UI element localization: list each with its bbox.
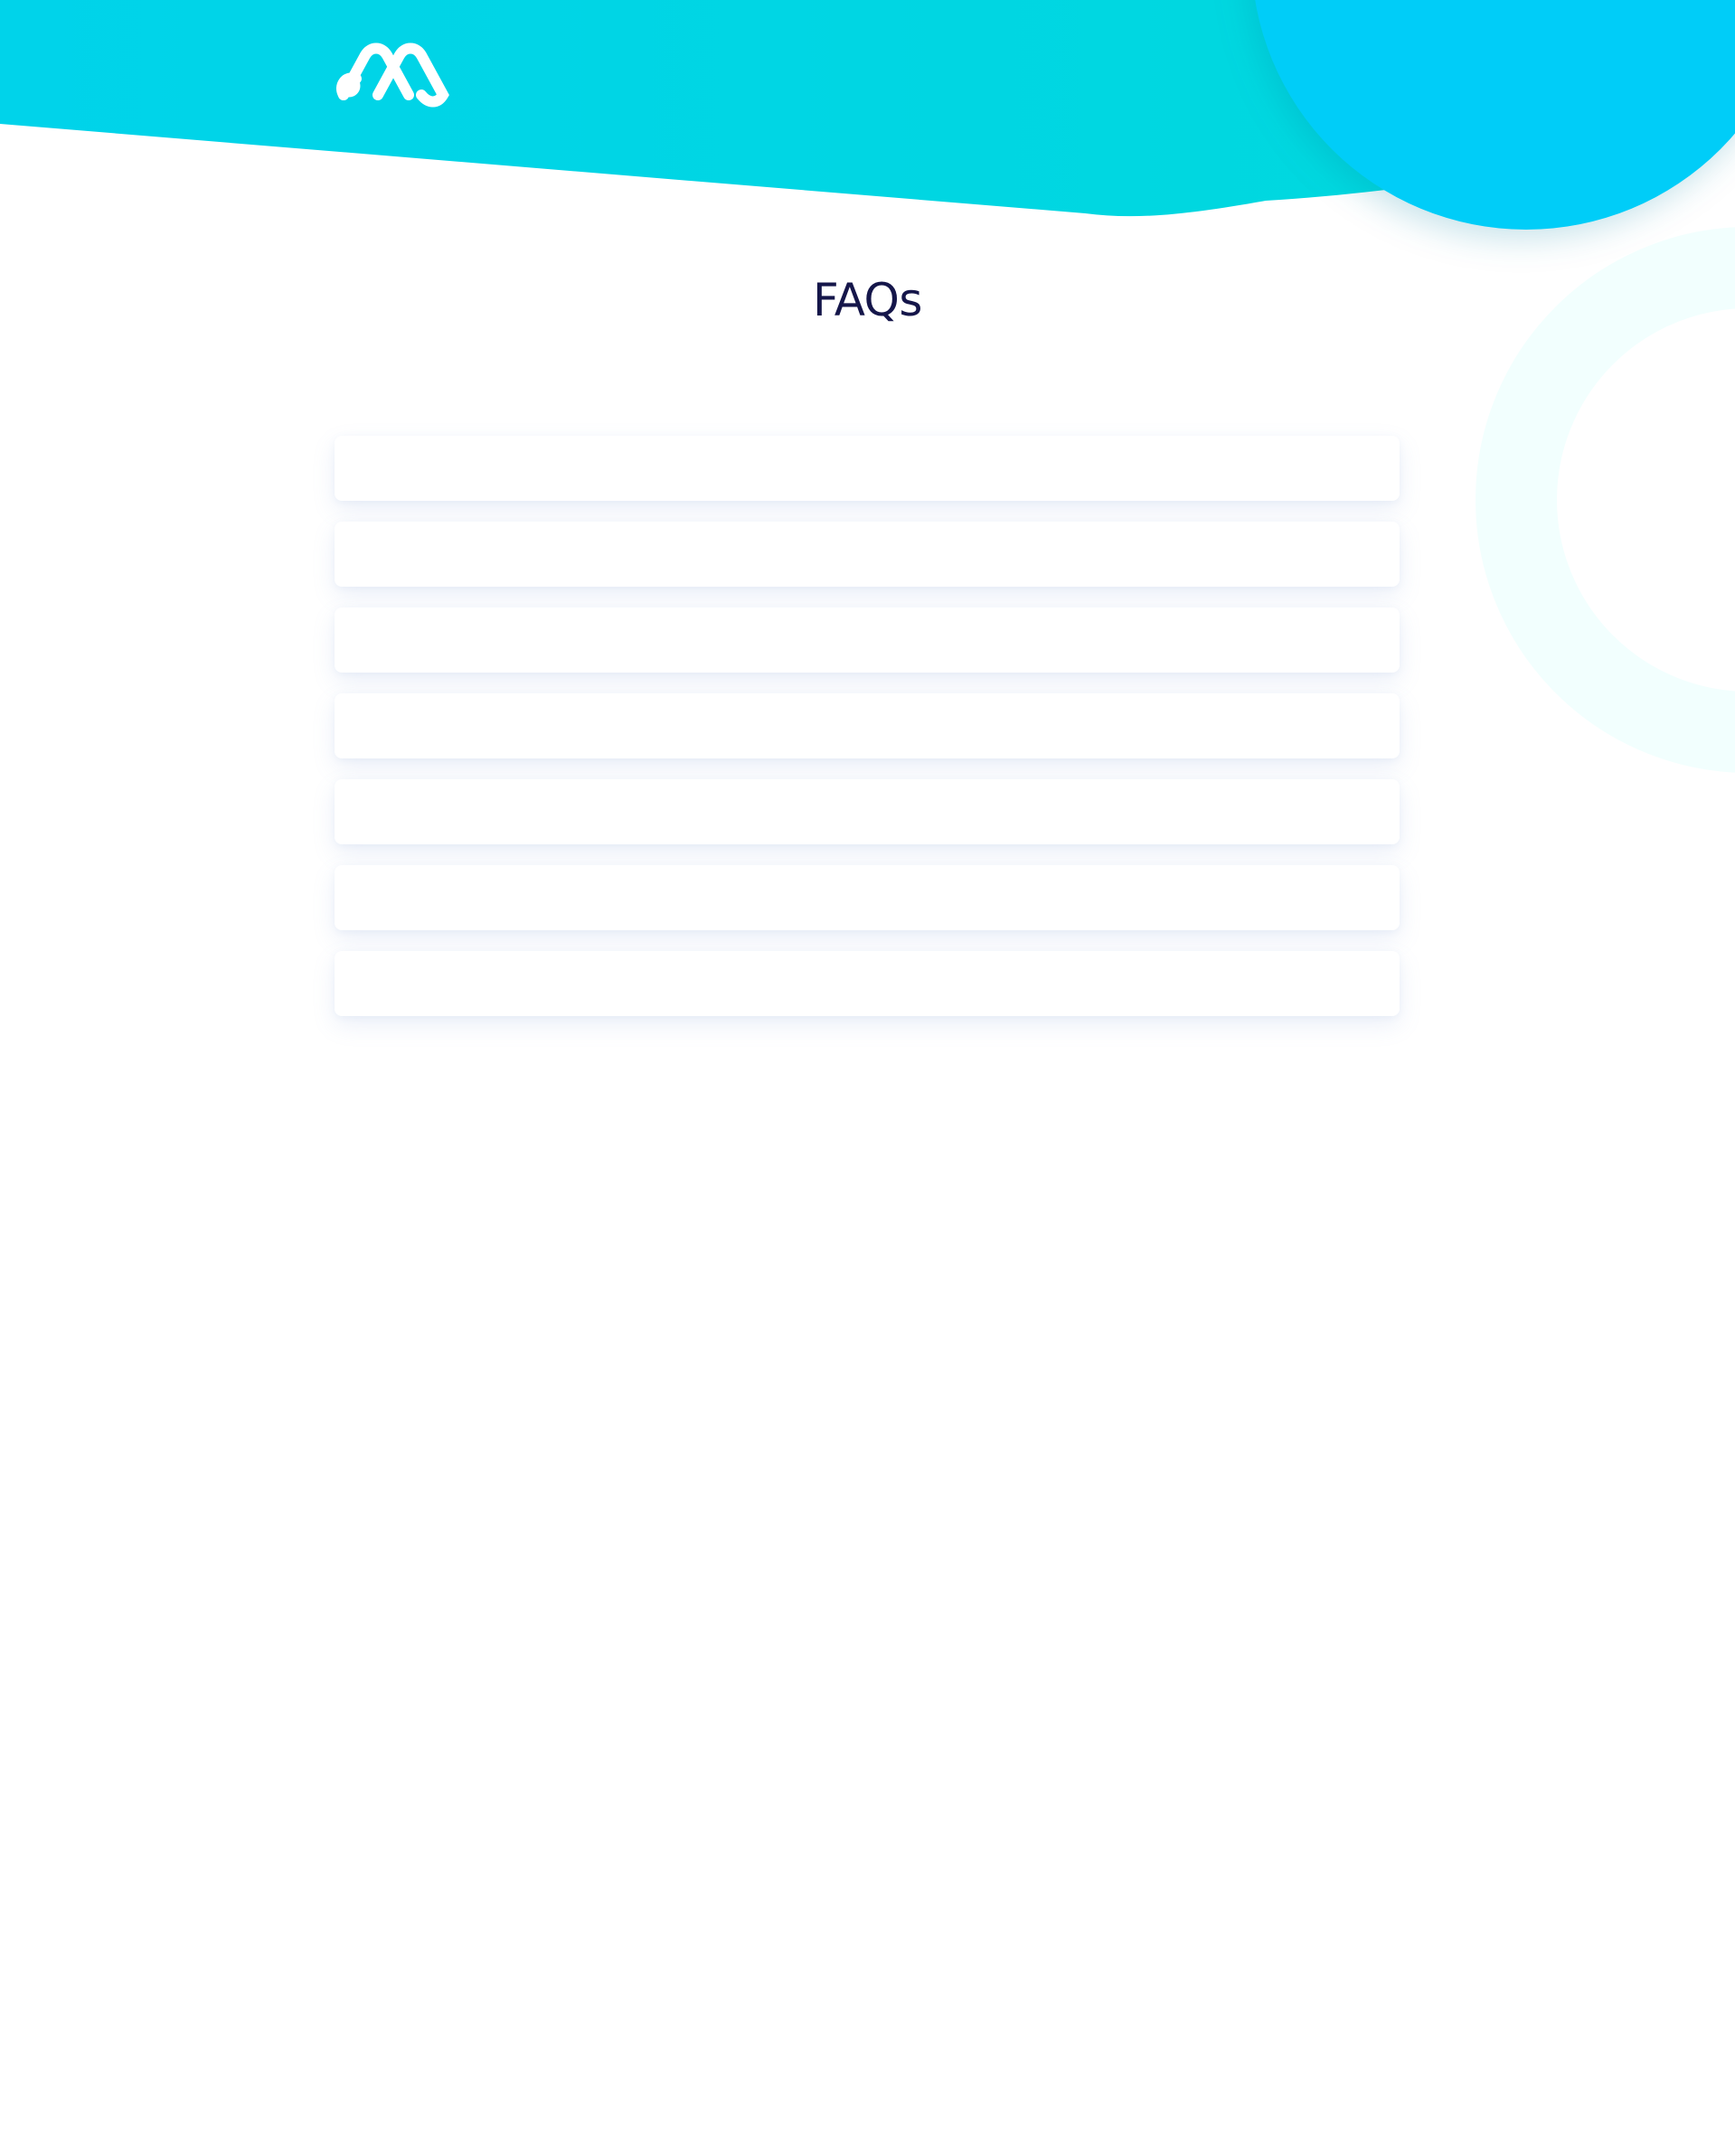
faq-item[interactable] bbox=[335, 522, 1400, 587]
faq-item[interactable] bbox=[335, 779, 1400, 844]
faq-list bbox=[335, 436, 1400, 1037]
faq-item[interactable] bbox=[335, 693, 1400, 758]
linked-loops-logo-icon[interactable] bbox=[331, 41, 456, 109]
page-title: FAQs bbox=[813, 274, 922, 326]
faq-item[interactable] bbox=[335, 436, 1400, 501]
decorative-ring bbox=[1476, 227, 1735, 773]
faq-item[interactable] bbox=[335, 865, 1400, 930]
faq-item[interactable] bbox=[335, 607, 1400, 673]
faq-item[interactable] bbox=[335, 951, 1400, 1016]
